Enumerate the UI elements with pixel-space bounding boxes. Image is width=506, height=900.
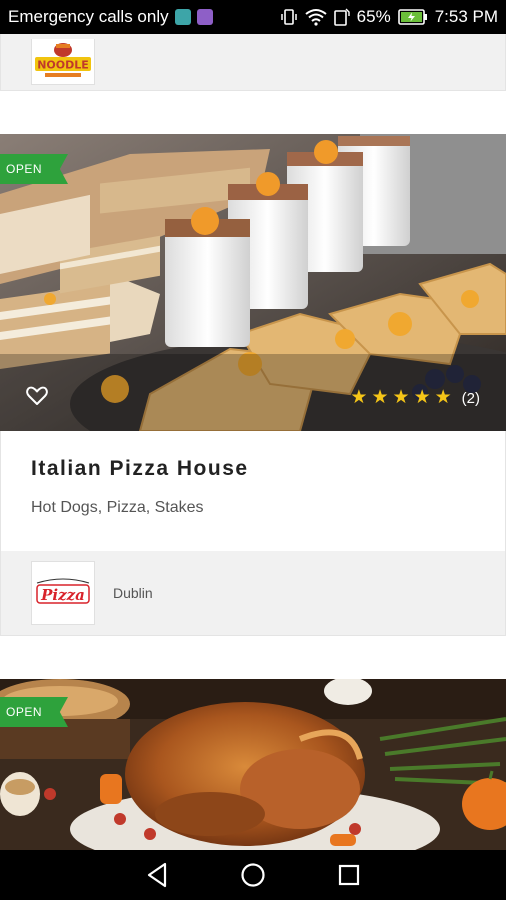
open-status-badge: OPEN (0, 697, 68, 727)
open-status-badge: OPEN (0, 154, 68, 184)
restaurant-photo[interactable]: OPEN (0, 679, 506, 850)
card-footer[interactable]: Pizza Dublin (0, 551, 506, 636)
svg-text:NOODLE: NOODLE (37, 58, 89, 71)
back-icon[interactable] (145, 862, 169, 888)
star-icon: ★ (371, 387, 389, 408)
clock-time: 7:53 PM (434, 7, 498, 26)
notification-app-icon-2 (196, 9, 213, 25)
battery-percent: 65% (356, 7, 391, 26)
wifi-icon (305, 9, 327, 26)
sim-data-icon (333, 8, 350, 26)
restaurant-card[interactable]: OPEN (0, 679, 506, 850)
app-screen: Emergency calls only 65% 7:53 PM NOODLE (0, 0, 506, 900)
pizza-logo-text: Pizza (40, 586, 85, 604)
status-left: Emergency calls only (8, 7, 213, 27)
recents-icon[interactable] (337, 863, 361, 887)
battery-icon (397, 9, 427, 25)
star-icon: ★ (413, 387, 431, 408)
star-icon: ★ (392, 387, 410, 408)
status-bar: Emergency calls only 65% 7:53 PM (0, 0, 506, 34)
status-right: 65% 7:53 PM (280, 7, 498, 27)
star-icon: ★ (350, 387, 368, 408)
restaurant-card[interactable]: OPEN ★ ★ ★ ★ ★ (2) Italian Pizza House H… (0, 134, 506, 636)
card-body[interactable]: Italian Pizza House Hot Dogs, Pizza, Sta… (0, 431, 506, 551)
vibrate-icon (280, 9, 297, 25)
restaurant-photo[interactable]: OPEN ★ ★ ★ ★ ★ (2) (0, 134, 506, 431)
star-icon: ★ (434, 387, 452, 408)
cuisine-tags: Hot Dogs, Pizza, Stakes (31, 499, 204, 516)
navigation-bar (0, 850, 506, 900)
restaurant-location: Dublin (113, 585, 153, 601)
pizza-restaurant-logo: Pizza (31, 561, 95, 625)
restaurant-list[interactable]: NOODLE OPEN ★ ★ ★ ★ ★ (2) Italian Pizza … (0, 34, 506, 850)
heart-outline-icon[interactable] (26, 386, 48, 406)
rating-count: (2) (461, 389, 480, 407)
notification-app-icon (174, 9, 191, 25)
carrier-text: Emergency calls only (8, 7, 169, 26)
rating: ★ ★ ★ ★ ★ (2) (350, 388, 480, 408)
home-icon[interactable] (240, 862, 266, 888)
restaurant-name[interactable]: Italian Pizza House (31, 457, 475, 481)
roast-turkey-photo (0, 679, 506, 850)
noodle-restaurant-logo: NOODLE (31, 39, 95, 85)
previous-card-footer[interactable]: NOODLE (0, 34, 506, 91)
